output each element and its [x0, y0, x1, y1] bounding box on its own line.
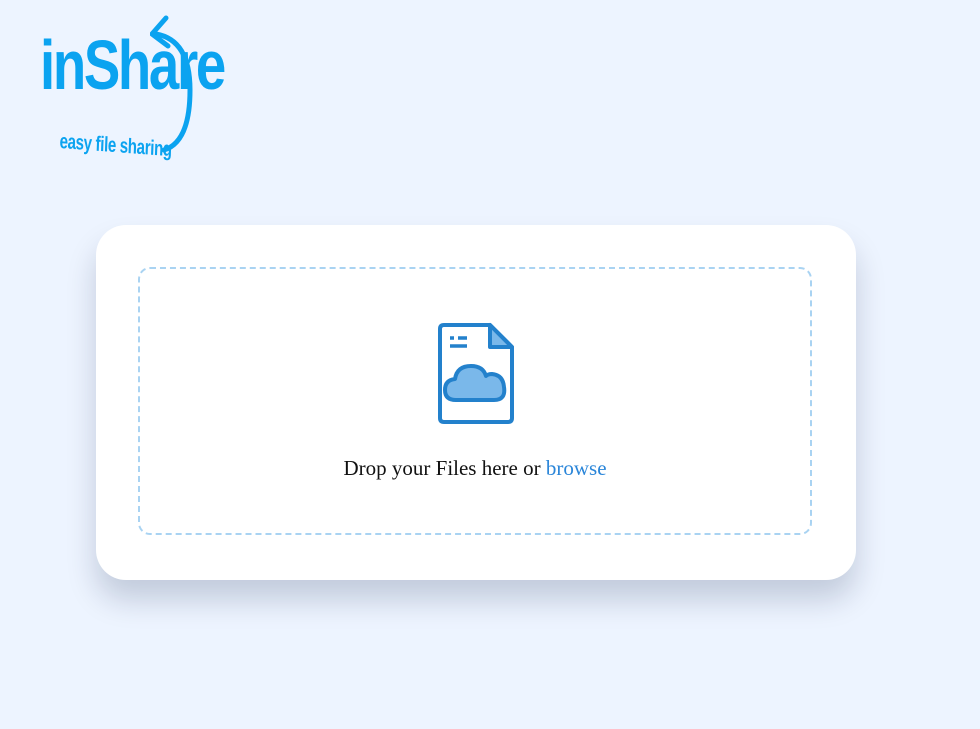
- app-logo: inShare easy file sharing: [38, 12, 226, 167]
- drop-text: Drop your Files here or: [343, 456, 541, 480]
- file-cloud-icon: [438, 323, 514, 424]
- drop-instructions: Drop your Files here or browse: [140, 456, 810, 481]
- browse-link[interactable]: browse: [546, 456, 607, 480]
- drop-zone[interactable]: Drop your Files here or browse: [138, 267, 812, 535]
- upload-card: Drop your Files here or browse: [96, 225, 856, 580]
- logo-wordmark: inShare: [40, 26, 226, 104]
